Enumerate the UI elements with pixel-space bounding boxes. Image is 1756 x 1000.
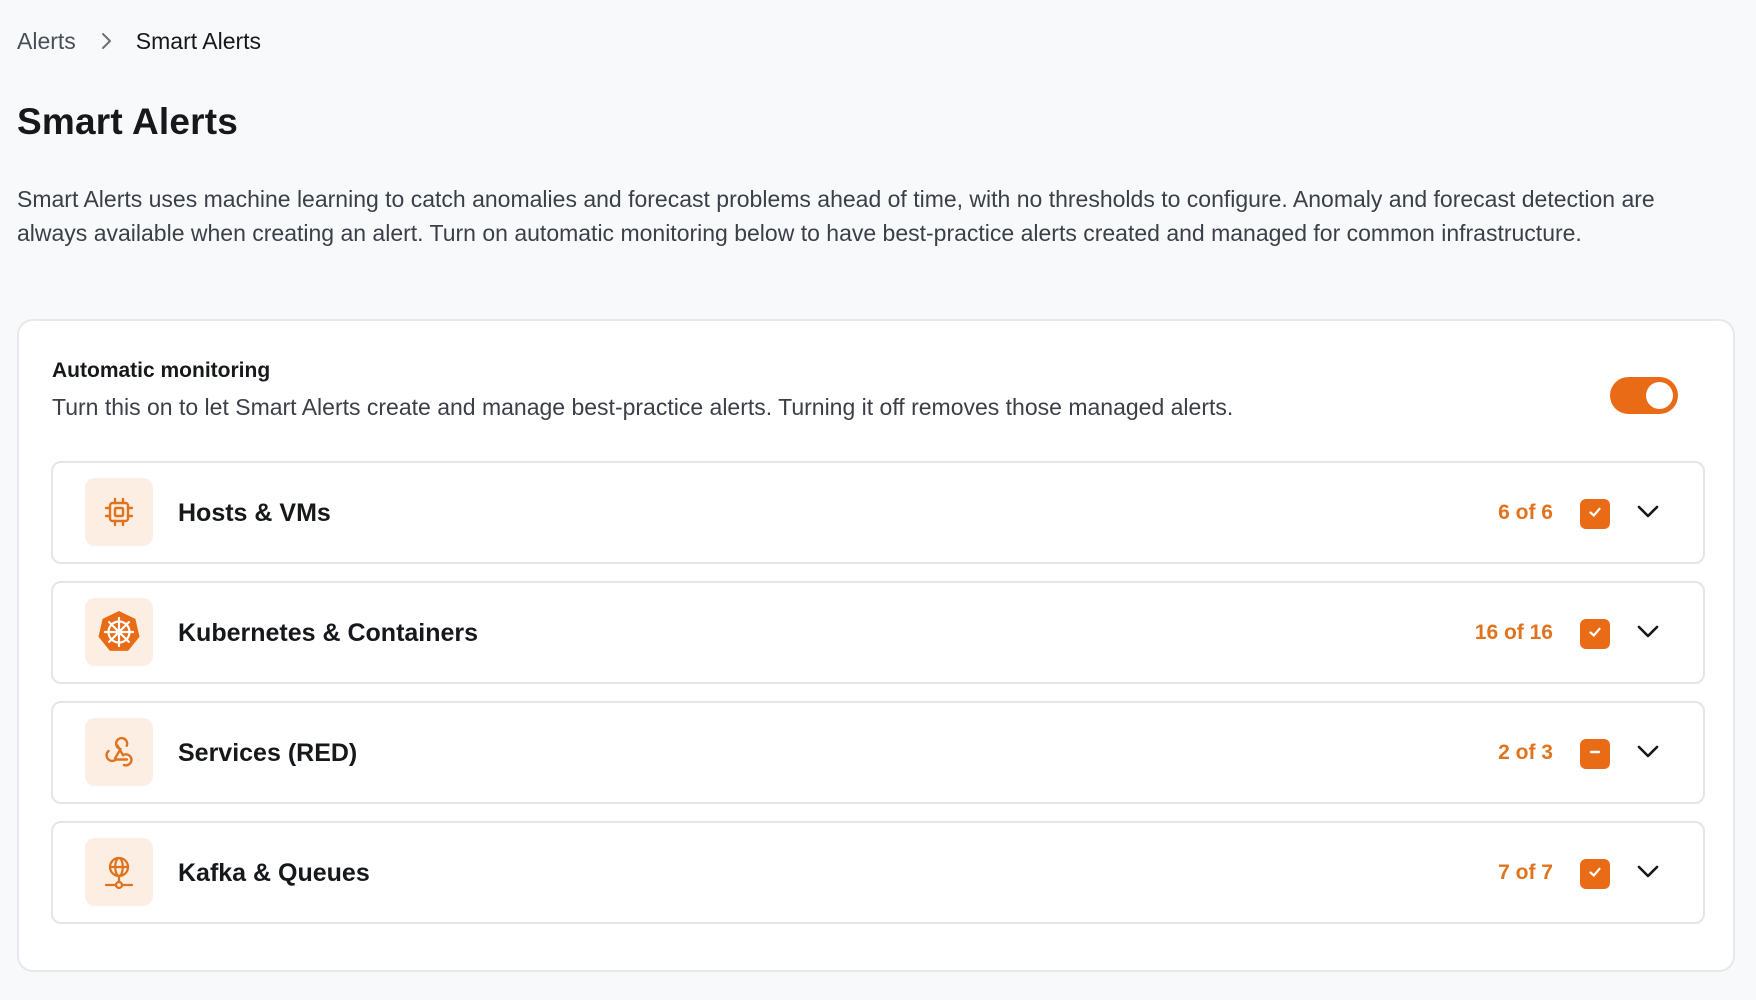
expand-button[interactable] bbox=[1633, 739, 1663, 769]
chevron-right-icon bbox=[76, 32, 136, 50]
toggle-knob bbox=[1646, 382, 1673, 409]
group-hosts-vms[interactable]: Hosts & VMs 6 of 6 bbox=[51, 461, 1705, 564]
check-icon bbox=[1587, 504, 1603, 525]
breadcrumb-current: Smart Alerts bbox=[135, 28, 262, 54]
network-globe-icon bbox=[85, 838, 153, 906]
webhook-icon bbox=[85, 718, 153, 786]
group-name: Kafka & Queues bbox=[178, 859, 370, 887]
group-name: Kubernetes & Containers bbox=[178, 619, 479, 647]
kubernetes-helm-icon bbox=[85, 598, 153, 666]
smart-alerts-page: Alerts Smart Alerts Smart Alerts Smart A… bbox=[0, 0, 1756, 1000]
group-checkbox[interactable] bbox=[1580, 859, 1610, 889]
cpu-chip-icon bbox=[85, 478, 153, 546]
automatic-monitoring-description: Turn this on to let Smart Alerts create … bbox=[52, 394, 1234, 420]
chevron-down-icon bbox=[1637, 625, 1659, 644]
check-icon bbox=[1587, 624, 1603, 645]
breadcrumb-alerts-link[interactable]: Alerts bbox=[17, 26, 76, 56]
group-count: 6 of 6 bbox=[1498, 501, 1553, 524]
group-count: 7 of 7 bbox=[1498, 861, 1553, 884]
expand-button[interactable] bbox=[1633, 619, 1663, 649]
group-kafka-queues[interactable]: Kafka & Queues 7 of 7 bbox=[51, 821, 1705, 924]
group-count: 16 of 16 bbox=[1474, 621, 1553, 644]
group-checkbox-indeterminate[interactable] bbox=[1580, 739, 1610, 769]
automatic-monitoring-card: Automatic monitoring Turn this on to let… bbox=[17, 319, 1735, 972]
page-description: Smart Alerts uses machine learning to ca… bbox=[17, 186, 1655, 246]
chevron-down-icon bbox=[1637, 745, 1659, 764]
page-title: Smart Alerts bbox=[17, 101, 239, 142]
expand-button[interactable] bbox=[1633, 859, 1663, 889]
chevron-down-icon bbox=[1637, 865, 1659, 884]
group-services-red[interactable]: Services (RED) 2 of 3 bbox=[51, 701, 1705, 804]
group-checkbox[interactable] bbox=[1580, 499, 1610, 529]
minus-icon bbox=[1587, 744, 1603, 765]
check-icon bbox=[1587, 864, 1603, 885]
chevron-down-icon bbox=[1637, 505, 1659, 524]
group-count: 2 of 3 bbox=[1498, 741, 1553, 764]
automatic-monitoring-toggle[interactable] bbox=[1610, 377, 1678, 414]
breadcrumb: Alerts Smart Alerts bbox=[17, 26, 261, 56]
group-kubernetes-containers[interactable]: Kubernetes & Containers 16 of 16 bbox=[51, 581, 1705, 684]
expand-button[interactable] bbox=[1633, 499, 1663, 529]
group-checkbox[interactable] bbox=[1580, 619, 1610, 649]
monitoring-group-list: Hosts & VMs 6 of 6 Kubernetes & Containe… bbox=[51, 461, 1705, 941]
group-name: Services (RED) bbox=[178, 739, 358, 767]
automatic-monitoring-title: Automatic monitoring bbox=[52, 359, 271, 382]
group-name: Hosts & VMs bbox=[178, 499, 331, 527]
